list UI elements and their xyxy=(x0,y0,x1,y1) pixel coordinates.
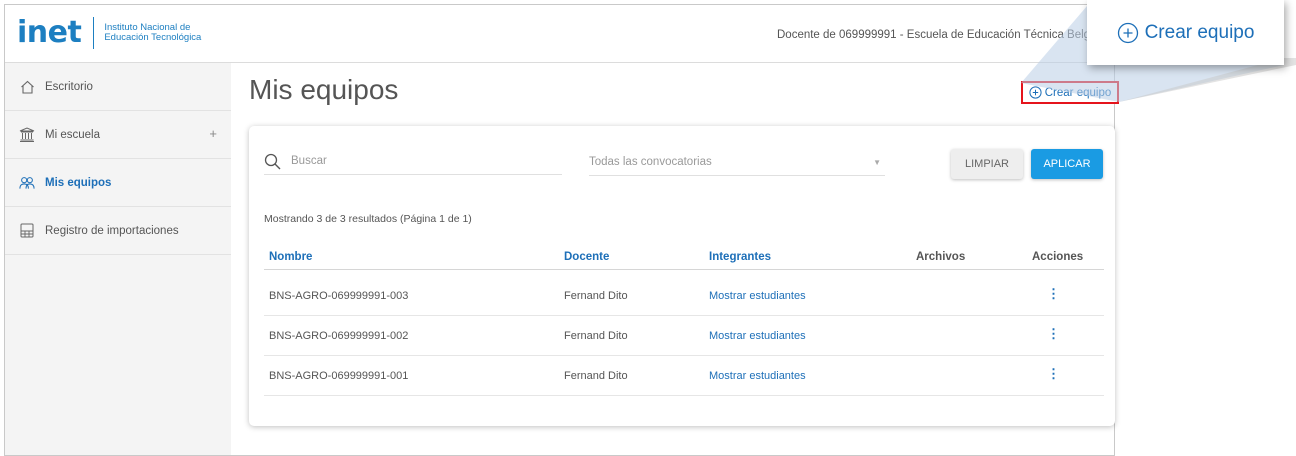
results-count: Mostrando 3 de 3 resultados (Página 1 de… xyxy=(264,213,472,225)
column-header-nombre[interactable]: Nombre xyxy=(269,251,312,263)
more-actions-icon[interactable]: ⋮ xyxy=(1047,366,1060,382)
page-title: Mis equipos xyxy=(249,74,399,105)
more-actions-icon[interactable]: ⋮ xyxy=(1047,326,1060,342)
clear-button[interactable]: LIMPIAR xyxy=(951,149,1023,179)
show-students-link[interactable]: Mostrar estudiantes xyxy=(709,290,806,302)
sidebar-item-label: Escritorio xyxy=(45,80,93,93)
user-info[interactable]: Docente de 069999991 - Escuela de Educac… xyxy=(777,29,1113,41)
show-students-link[interactable]: Mostrar estudiantes xyxy=(709,330,806,342)
table-header: Nombre Docente Integrantes Archivos Acci… xyxy=(264,242,1104,270)
table-row: BNS-AGRO-069999991-002 Fernand Dito Most… xyxy=(264,316,1104,356)
people-icon xyxy=(19,175,35,191)
show-students-link[interactable]: Mostrar estudiantes xyxy=(709,370,806,382)
teacher-cell: Fernand Dito xyxy=(564,290,628,302)
table-row: BNS-AGRO-069999991-001 Fernand Dito Most… xyxy=(264,356,1104,396)
expand-plus-icon[interactable]: + xyxy=(209,126,217,141)
convocatoria-select-value: Todas las convocatorias xyxy=(589,156,712,168)
teacher-cell: Fernand Dito xyxy=(564,330,628,342)
inet-logo[interactable]: inet Instituto Nacional de Educación Tec… xyxy=(17,17,201,49)
search-box xyxy=(264,148,562,175)
logo-wordmark: inet xyxy=(17,15,82,50)
column-header-archivos: Archivos xyxy=(916,251,966,263)
zoom-callout: Crear equipo xyxy=(1087,0,1284,65)
zoom-callout-label: Crear equipo xyxy=(1144,21,1255,43)
sidebar-item-label: Mi escuela xyxy=(45,128,100,141)
logo-subtitle-line1: Instituto Nacional de xyxy=(104,21,191,33)
column-header-integrantes[interactable]: Integrantes xyxy=(709,251,771,263)
convocatoria-select[interactable]: Todas las convocatorias ▼ xyxy=(589,156,885,176)
team-name-cell: BNS-AGRO-069999991-001 xyxy=(269,370,409,382)
sidebar-item-label: Registro de importaciones xyxy=(45,224,179,237)
search-input[interactable] xyxy=(291,155,541,167)
apply-button[interactable]: APLICAR xyxy=(1031,149,1103,179)
column-header-docente[interactable]: Docente xyxy=(564,251,609,263)
home-icon xyxy=(19,79,35,95)
logo-subtitle: Instituto Nacional de Educación Tecnológ… xyxy=(104,21,202,44)
add-circle-icon xyxy=(1029,86,1042,99)
logo-divider xyxy=(93,17,95,49)
institution-icon xyxy=(19,127,35,143)
sidebar-item-mi-escuela[interactable]: Mi escuela + xyxy=(5,111,231,159)
sidebar-item-escritorio[interactable]: Escritorio xyxy=(5,63,231,111)
teacher-cell: Fernand Dito xyxy=(564,370,628,382)
add-circle-icon xyxy=(1117,22,1139,44)
caret-down-icon: ▼ xyxy=(873,158,881,167)
logo-subtitle-line2: Educación Tecnológica xyxy=(104,32,202,43)
create-team-label: Crear equipo xyxy=(1044,86,1112,99)
team-name-cell: BNS-AGRO-069999991-002 xyxy=(269,330,409,342)
table-row: BNS-AGRO-069999991-003 Fernand Dito Most… xyxy=(264,276,1104,316)
sidebar-item-label: Mis equipos xyxy=(45,176,112,189)
create-team-button[interactable]: Crear equipo xyxy=(1021,81,1119,104)
teams-card: Todas las convocatorias ▼ LIMPIAR APLICA… xyxy=(249,126,1115,426)
more-actions-icon[interactable]: ⋮ xyxy=(1047,286,1060,302)
top-bar: inet Instituto Nacional de Educación Tec… xyxy=(5,5,1114,63)
sidebar-item-registro-importaciones[interactable]: Registro de importaciones xyxy=(5,207,231,255)
sidebar-item-mis-equipos[interactable]: Mis equipos xyxy=(5,159,231,207)
sidebar: Escritorio Mi escuela + Mis equipos Regi… xyxy=(5,63,231,455)
search-icon xyxy=(264,153,281,170)
table-icon xyxy=(19,223,35,239)
column-header-acciones: Acciones xyxy=(1032,251,1084,263)
team-name-cell: BNS-AGRO-069999991-003 xyxy=(269,290,409,302)
